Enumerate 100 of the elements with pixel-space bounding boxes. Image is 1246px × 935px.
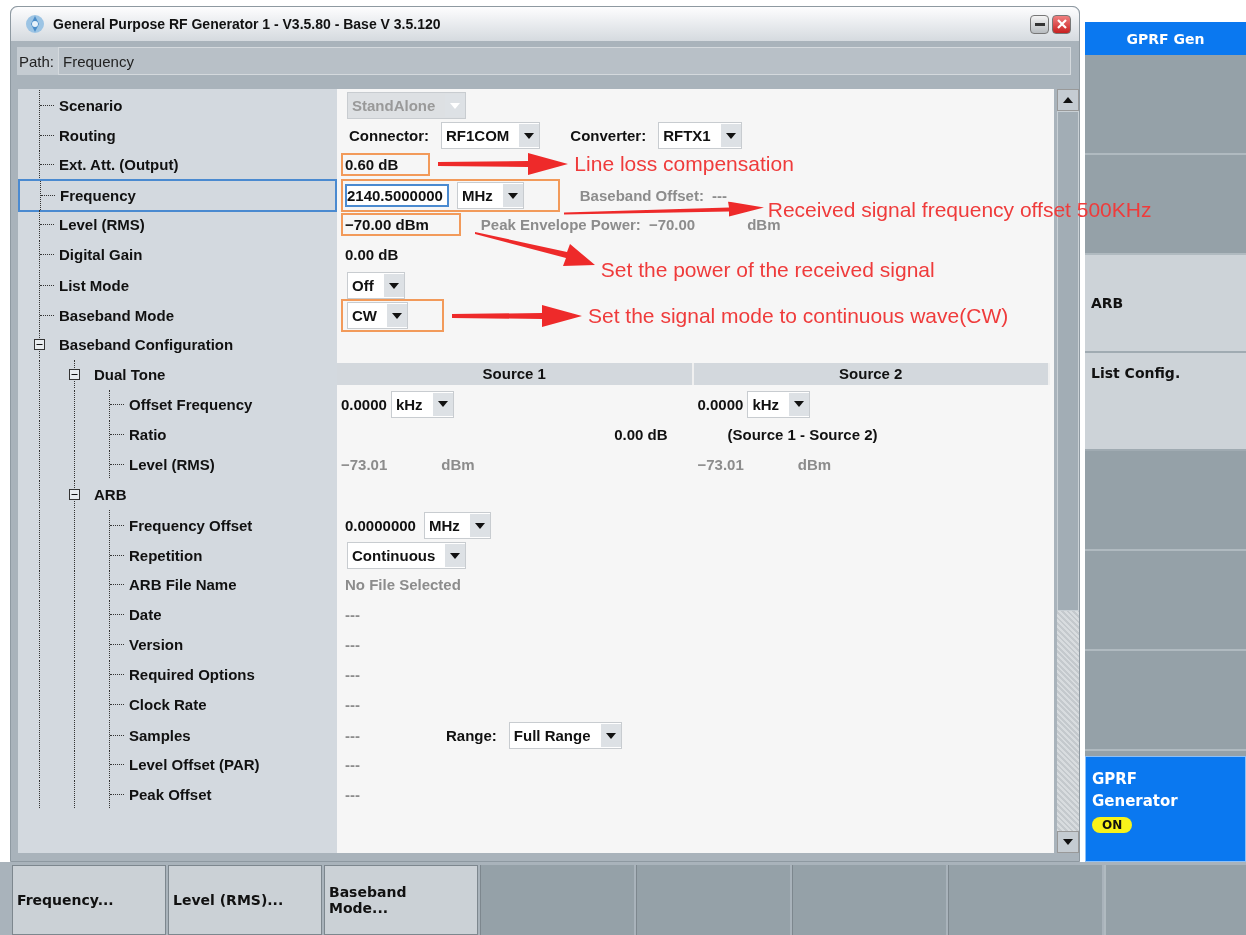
value-text: ---	[345, 635, 360, 653]
value-text: 0.60 dB	[345, 155, 399, 173]
tree-item[interactable]: Level (RMS)	[18, 209, 337, 239]
tree-item[interactable]: Scenario	[18, 89, 337, 122]
tree-item[interactable]: Routing	[18, 119, 337, 152]
softkey[interactable]: Level (RMS)...	[168, 865, 322, 935]
value-text: −73.01	[341, 455, 388, 473]
tree-item[interactable]: Level Offset (PAR)	[18, 749, 337, 779]
unit-label: dBm	[441, 455, 475, 473]
column-header: Source 2	[693, 363, 1050, 385]
status-label: GPRF Generator	[1092, 769, 1179, 812]
value-text: ---	[345, 727, 360, 744]
caret-icon	[388, 282, 399, 289]
app-icon	[25, 14, 45, 34]
tree-item[interactable]: Baseband Mode	[18, 299, 337, 332]
dropdown[interactable]: RF1COM	[441, 122, 541, 149]
input-field[interactable]: 2140.5000000	[345, 184, 449, 207]
field-label: Converter:	[570, 127, 647, 144]
dropdown[interactable]: MHz	[456, 182, 524, 209]
value-text: ---	[345, 665, 360, 683]
annotation-text: Set the signal mode to continuous wave(CW)	[588, 303, 1009, 328]
caret-icon	[794, 401, 805, 407]
minus-square-icon[interactable]	[34, 338, 45, 350]
field-label: Baseband Offset:	[579, 187, 704, 204]
sidebar-title[interactable]: GPRF Gen	[1085, 22, 1246, 55]
status-badge: ON	[1092, 816, 1133, 833]
path-field: Frequency	[58, 47, 1071, 75]
tree-item[interactable]: Repetition	[18, 539, 337, 572]
annotation-text: Set the power of the received signal	[600, 258, 935, 283]
field-label: Range:	[446, 727, 497, 744]
value-text: (Source 1 - Source 2)	[727, 425, 878, 443]
softkey[interactable]: List Config.	[1085, 353, 1246, 451]
field-label: Connector:	[349, 127, 429, 144]
value-text: −70.00	[648, 215, 696, 233]
caret-icon	[437, 401, 448, 407]
dropdown[interactable]: kHz	[390, 390, 454, 418]
value-text: No File Selected	[345, 575, 461, 593]
dropdown[interactable]: Continuous	[347, 542, 467, 569]
softkey[interactable]	[792, 865, 946, 935]
dropdown[interactable]: Off	[347, 272, 405, 299]
window-title: General Purpose RF Generator 1 - V3.5.80 - Base V 3.5.120	[53, 16, 442, 32]
value-text: 0.00 dB	[345, 245, 399, 263]
softkey[interactable]: Baseband Mode...	[324, 865, 478, 935]
value-text: 0.00 dB	[614, 425, 668, 443]
caret-icon	[524, 132, 535, 139]
caret-icon	[392, 312, 402, 319]
value-text: ---	[345, 695, 360, 713]
dropdown[interactable]: MHz	[423, 512, 491, 539]
scroll-down-icon[interactable]	[1057, 831, 1079, 853]
tree-item[interactable]: Frequency	[18, 179, 337, 212]
softkey[interactable]	[948, 865, 1102, 935]
minus-square-icon[interactable]	[69, 488, 80, 500]
tree-item[interactable]: Digital Gain	[18, 239, 337, 269]
caret-icon	[605, 732, 616, 739]
tree-item[interactable]: List Mode	[18, 269, 337, 302]
minimize-icon	[1034, 22, 1045, 26]
caret-icon	[507, 192, 518, 199]
path-label: Path:	[18, 52, 56, 70]
dropdown[interactable]: kHz	[747, 390, 811, 418]
caret-icon	[474, 522, 485, 529]
caret-icon	[450, 102, 461, 109]
column-header: Source 1	[337, 363, 694, 385]
tree-item[interactable]: Ext. Att. (Output)	[18, 149, 337, 179]
tree-item[interactable]: ARB File Name	[18, 569, 337, 599]
softkey[interactable]	[1104, 865, 1246, 935]
unit-label: dBm	[797, 455, 832, 473]
tree-item[interactable]: Version	[18, 629, 337, 659]
status-softkey[interactable]: GPRF Generator ON	[1085, 756, 1246, 862]
tree-item[interactable]: Required Options	[18, 659, 337, 689]
tree-item[interactable]: Baseband Configuration	[18, 329, 337, 359]
value-text: −73.01	[697, 455, 744, 473]
tree-item[interactable]: Ratio	[18, 419, 337, 449]
softkey[interactable]	[636, 865, 790, 935]
tree-item[interactable]: ARB	[18, 479, 337, 509]
tree-item[interactable]: Samples	[18, 719, 337, 752]
tree-item[interactable]: Dual Tone	[18, 359, 337, 389]
minimize-button[interactable]	[1030, 14, 1049, 34]
value-text: ---	[345, 605, 360, 623]
field-label: Peak Envelope Power:	[480, 215, 641, 233]
value-text: 0.0000000	[345, 517, 416, 534]
softkey[interactable]	[480, 865, 634, 935]
tree-item[interactable]: Peak Offset	[18, 779, 337, 809]
softkey[interactable]: ARB	[1085, 255, 1246, 353]
close-button[interactable]	[1052, 14, 1071, 34]
scroll-up-icon[interactable]	[1057, 89, 1079, 111]
dropdown[interactable]: Full Range	[508, 722, 622, 749]
tree-item[interactable]: Date	[18, 599, 337, 629]
value-text: ---	[345, 755, 360, 773]
value-text: −70.00 dBm	[345, 215, 429, 233]
value-text: 0.0000	[341, 395, 387, 413]
minus-square-icon[interactable]	[69, 368, 80, 380]
tree-item[interactable]: Clock Rate	[18, 689, 337, 719]
tree-item[interactable]: Level (RMS)	[18, 449, 337, 479]
tree-item[interactable]: Offset Frequency	[18, 389, 337, 419]
tree-item[interactable]: Frequency Offset	[18, 509, 337, 542]
softkey[interactable]: Frequency...	[12, 865, 166, 935]
value-text: ---	[711, 187, 727, 204]
dropdown[interactable]: RFTX1	[658, 122, 742, 149]
caret-icon	[725, 132, 736, 139]
dropdown[interactable]: CW	[347, 302, 408, 329]
